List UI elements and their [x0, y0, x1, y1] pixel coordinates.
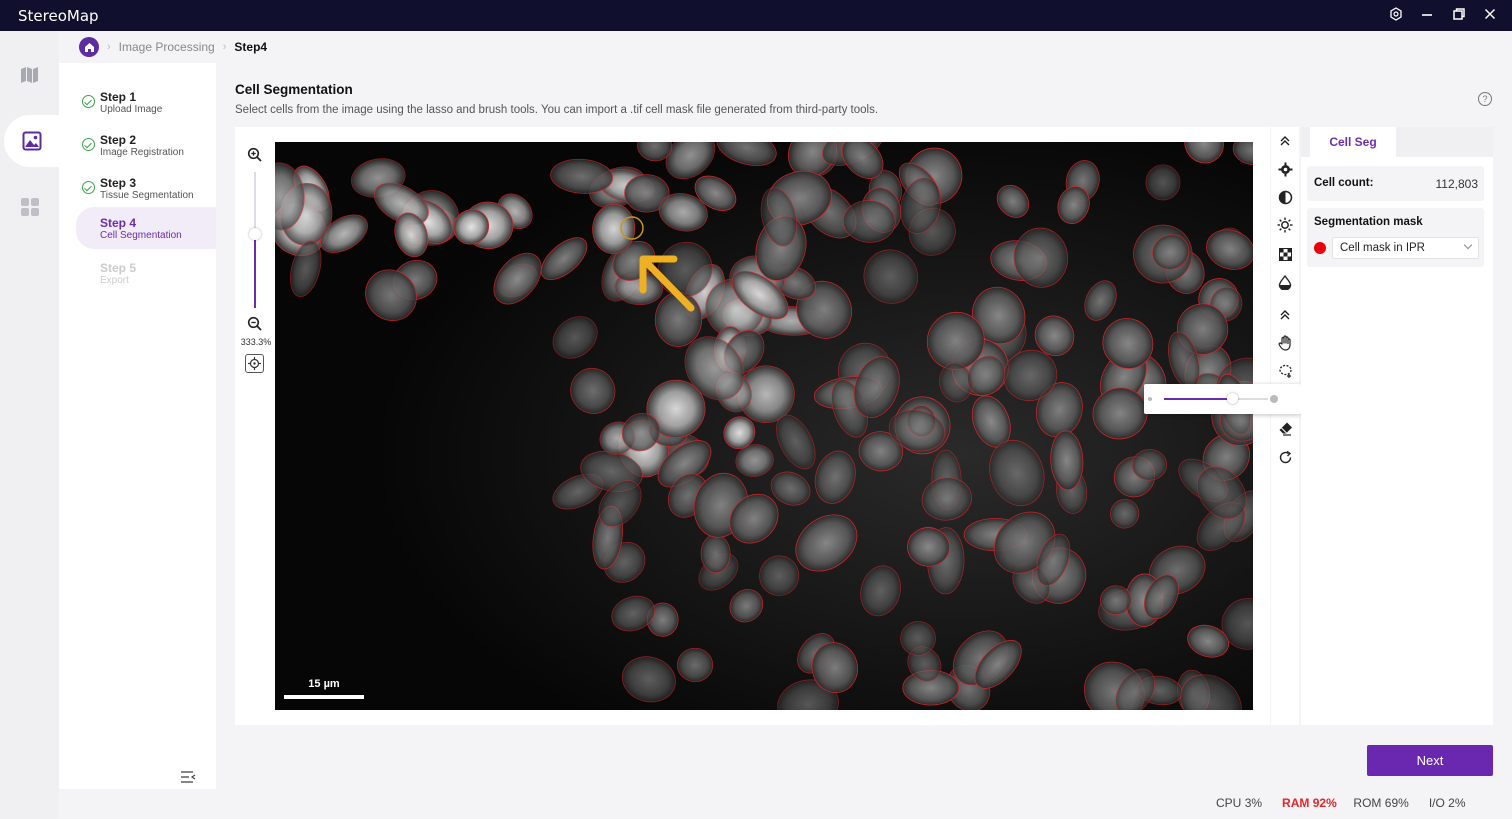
- step-item-3[interactable]: Step 3 Tissue Segmentation: [76, 169, 216, 207]
- rom-value: 69%: [1384, 796, 1409, 810]
- collapse-up-icon[interactable]: [1275, 131, 1295, 151]
- brush-size-min-icon: [1148, 397, 1152, 401]
- tool-strip: [1271, 127, 1299, 725]
- check-circle-icon: [82, 181, 95, 194]
- cell-count-label: Cell count:: [1314, 177, 1374, 189]
- home-icon[interactable]: [79, 37, 99, 57]
- title-bar: StereoMap: [0, 0, 1512, 31]
- close-icon[interactable]: [1480, 6, 1500, 26]
- next-button[interactable]: Next: [1367, 745, 1493, 776]
- rail-image-button[interactable]: [4, 115, 59, 167]
- redo-icon[interactable]: [1275, 447, 1295, 467]
- steps-sidebar: Step 1 Upload Image Step 2 Image Registr…: [59, 63, 216, 789]
- left-rail: [0, 31, 59, 819]
- cell-image: [275, 142, 1253, 710]
- settings-icon[interactable]: [1386, 6, 1406, 26]
- cpu-value: 3%: [1244, 796, 1263, 810]
- step-subtitle: Image Registration: [100, 147, 184, 158]
- image-icon: [22, 131, 41, 151]
- mask-select[interactable]: Cell mask in IPR: [1332, 237, 1479, 259]
- step-title: Step 5: [100, 261, 137, 275]
- eraser-icon[interactable]: [1275, 418, 1295, 438]
- contrast-icon[interactable]: [1275, 187, 1295, 207]
- brush-size-max-icon: [1270, 395, 1278, 403]
- step-item-4[interactable]: Step 4 Cell Segmentation: [76, 207, 216, 249]
- hand-pan-icon[interactable]: [1275, 333, 1295, 353]
- status-bar: CPU 3% RAM 92% ROM 69% I/O 2%: [1216, 796, 1466, 812]
- brush-size-popover: [1144, 384, 1301, 414]
- collapse-sidebar-icon[interactable]: [179, 769, 197, 785]
- step-title: Step 1: [100, 90, 137, 104]
- io-label: I/O: [1428, 796, 1445, 810]
- fit-view-icon[interactable]: [245, 354, 264, 373]
- breadcrumb-separator-icon: ›: [222, 41, 227, 53]
- cell-outline: [1145, 164, 1181, 201]
- cell-outline: [700, 534, 731, 574]
- rom-label: ROM: [1353, 796, 1382, 810]
- lasso-icon[interactable]: [1275, 361, 1295, 381]
- step-subtitle: Cell Segmentation: [100, 230, 182, 241]
- zoom-slider-fill: [254, 233, 256, 308]
- main-content: Cell Segmentation Select cells from the …: [216, 63, 1512, 789]
- step-item-2[interactable]: Step 2 Image Registration: [76, 126, 216, 164]
- brush-size-handle[interactable]: [1227, 393, 1238, 404]
- segmentation-mask-box: Segmentation mask Cell mask in IPR: [1307, 208, 1484, 267]
- segmentation-panel: Cell Seg Cell count: 112,803 Segmentatio…: [1301, 127, 1493, 725]
- rail-map-button[interactable]: [0, 49, 59, 101]
- step-item-1[interactable]: Step 1 Upload Image: [76, 83, 216, 121]
- canvas-card: 333.3% 15 µm: [235, 127, 1270, 725]
- page-title: Cell Segmentation: [235, 82, 353, 97]
- brightness-icon[interactable]: [1275, 215, 1295, 235]
- zoom-level-label: 333.3%: [240, 337, 272, 347]
- step-title: Step 3: [100, 176, 137, 190]
- step-title: Step 2: [100, 133, 137, 147]
- breadcrumb-current: Step4: [234, 40, 268, 54]
- map-icon: [20, 67, 38, 83]
- app-title: StereoMap: [18, 7, 99, 25]
- brush-size-track[interactable]: [1164, 398, 1234, 400]
- breadcrumb: › Image Processing › Step4: [79, 37, 267, 57]
- breadcrumb-separator-icon: ›: [107, 41, 111, 53]
- mask-color-swatch[interactable]: [1314, 242, 1326, 254]
- check-circle-icon: [82, 95, 95, 108]
- io-value: 2%: [1448, 796, 1466, 810]
- settings-gear-icon[interactable]: [1275, 159, 1295, 179]
- panel-tabs: Cell Seg: [1301, 127, 1493, 157]
- cpu-label: CPU: [1216, 796, 1242, 810]
- help-icon[interactable]: ?: [1478, 92, 1492, 106]
- step-subtitle: Upload Image: [100, 104, 163, 115]
- zoom-slider-handle[interactable]: [249, 228, 261, 240]
- rail-apps-button[interactable]: [0, 181, 59, 233]
- check-circle-icon: [82, 138, 95, 151]
- mask-select-value: Cell mask in IPR: [1340, 242, 1425, 254]
- opacity-drop-icon[interactable]: [1275, 272, 1295, 292]
- zoom-in-icon[interactable]: [247, 147, 263, 163]
- cell-count-value: 112,803: [1435, 177, 1479, 191]
- minimize-icon[interactable]: [1417, 6, 1437, 26]
- page-description: Select cells from the image using the la…: [235, 104, 879, 116]
- step-title: Step 4: [100, 216, 137, 230]
- zoom-controls: 333.3%: [235, 127, 274, 725]
- scale-bar-label: 15 µm: [308, 678, 340, 690]
- cell-count-box: Cell count: 112,803: [1307, 166, 1484, 201]
- collapse-up-icon[interactable]: [1275, 305, 1295, 325]
- step-subtitle: Tissue Segmentation: [100, 190, 194, 201]
- microscopy-image-canvas[interactable]: 15 µm: [275, 142, 1253, 710]
- apps-grid-icon: [20, 198, 39, 216]
- chevron-down-icon: [1463, 240, 1473, 250]
- breadcrumb-parent[interactable]: Image Processing: [119, 40, 215, 54]
- checker-icon[interactable]: [1275, 244, 1295, 264]
- restore-icon[interactable]: [1449, 6, 1469, 26]
- ram-label: RAM: [1282, 796, 1310, 810]
- step-subtitle: Export: [100, 275, 129, 286]
- zoom-out-icon[interactable]: [247, 316, 263, 332]
- tab-cell-seg[interactable]: Cell Seg: [1310, 127, 1396, 157]
- ram-value: 92%: [1312, 796, 1337, 810]
- step-item-5: Step 5 Export: [76, 254, 216, 292]
- brush-size-track-remaining: [1234, 398, 1268, 400]
- cell-outline: [676, 647, 714, 683]
- segmentation-mask-label: Segmentation mask: [1314, 216, 1423, 228]
